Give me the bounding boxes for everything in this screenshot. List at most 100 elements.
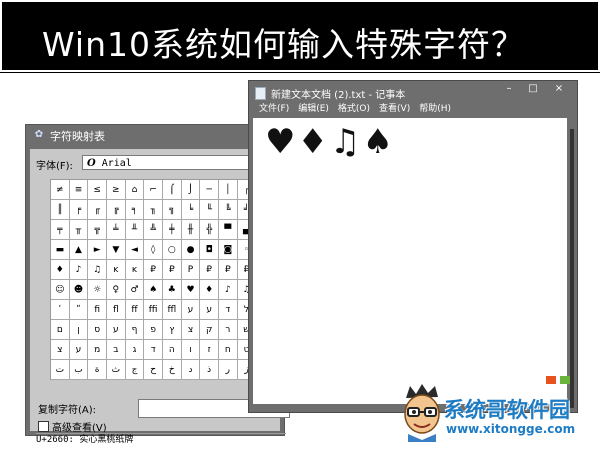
character-cell[interactable]: ♥ — [181, 280, 201, 300]
menu-format[interactable]: 格式(O) — [338, 102, 370, 116]
character-cell[interactable]: ث — [106, 360, 126, 380]
character-cell[interactable]: ╬ — [200, 220, 219, 240]
character-cell[interactable]: ג — [125, 340, 145, 360]
character-cell[interactable]: ◙ — [218, 240, 238, 260]
character-cell[interactable]: ס — [88, 320, 107, 340]
character-cell[interactable]: ♣ — [162, 280, 182, 300]
character-cell[interactable]: ╦ — [88, 220, 107, 240]
character-cell[interactable]: ▼ — [106, 240, 126, 260]
character-cell[interactable]: ☻ — [69, 280, 89, 300]
character-cell[interactable]: ب — [69, 360, 89, 380]
character-cell[interactable]: ₽ — [144, 260, 163, 280]
character-cell[interactable]: ﬁ — [88, 300, 107, 320]
character-cell[interactable]: ק — [200, 320, 219, 340]
character-cell[interactable]: ו — [181, 340, 201, 360]
character-cell[interactable]: ≠ — [51, 180, 70, 200]
character-cell[interactable]: ע — [181, 300, 201, 320]
character-cell[interactable]: ₽ — [218, 260, 238, 280]
character-cell[interactable]: ◄ — [125, 240, 145, 260]
character-cell[interactable]: خ — [162, 360, 182, 380]
character-cell[interactable]: ○ — [162, 240, 182, 260]
character-cell[interactable]: ≥ — [106, 180, 126, 200]
character-cell[interactable]: ﬃ — [144, 300, 163, 320]
character-cell[interactable]: ◊ — [144, 240, 163, 260]
menu-file[interactable]: 文件(F) — [259, 102, 289, 116]
character-cell[interactable]: ʺ — [69, 300, 89, 320]
character-cell[interactable]: ע — [200, 300, 219, 320]
character-cell[interactable]: ץ — [162, 320, 182, 340]
character-cell[interactable]: ĸ — [125, 260, 145, 280]
character-cell[interactable]: ─ — [200, 180, 219, 200]
character-cell[interactable]: ♠ — [144, 280, 163, 300]
character-cell[interactable]: ╚ — [218, 200, 238, 220]
character-cell[interactable]: ח — [218, 340, 238, 360]
character-cell[interactable]: ╥ — [69, 220, 89, 240]
character-cell[interactable]: ב — [106, 340, 126, 360]
character-cell[interactable]: Р — [181, 260, 201, 280]
close-button[interactable]: × — [547, 83, 571, 94]
character-cell[interactable]: ם — [51, 320, 70, 340]
character-cell[interactable]: ╤ — [51, 220, 70, 240]
character-grid[interactable]: ≠≡≤≥⌂⌐⌠⌡─│┌┐║╒╓╔╕╖╗╘╙╚╛╜╤╥╦╧╨╩╪╫╬▀▄█▬▲►▼… — [50, 179, 275, 380]
character-cell[interactable]: ╩ — [144, 220, 163, 240]
character-cell[interactable]: ╨ — [125, 220, 145, 240]
character-cell[interactable]: ☼ — [88, 280, 107, 300]
notepad-text-area[interactable]: ♥♦♫♠ — [253, 118, 567, 404]
character-cell[interactable]: ▲ — [69, 240, 89, 260]
character-cell[interactable]: ╫ — [181, 220, 201, 240]
character-cell[interactable]: ≤ — [88, 180, 107, 200]
character-cell[interactable]: ╙ — [200, 200, 219, 220]
character-cell[interactable]: ר — [218, 320, 238, 340]
character-cell[interactable]: ʹ — [51, 300, 70, 320]
character-cell[interactable]: ذ — [200, 360, 219, 380]
character-cell[interactable]: ╕ — [125, 200, 145, 220]
character-cell[interactable]: פ — [144, 320, 163, 340]
character-cell[interactable]: צ — [51, 340, 70, 360]
character-cell[interactable]: ♂ — [125, 280, 145, 300]
character-cell[interactable]: ₽ — [200, 260, 219, 280]
character-cell[interactable]: ﬄ — [162, 300, 182, 320]
character-cell[interactable]: د — [181, 360, 201, 380]
character-cell[interactable]: ╖ — [144, 200, 163, 220]
character-cell[interactable]: ▀ — [218, 220, 238, 240]
character-cell[interactable]: ♀ — [106, 280, 126, 300]
character-cell[interactable]: ﬂ — [106, 300, 126, 320]
character-cell[interactable]: ╒ — [69, 200, 89, 220]
character-cell[interactable]: ז — [200, 340, 219, 360]
character-cell[interactable]: ► — [88, 240, 107, 260]
maximize-button[interactable]: □ — [521, 83, 545, 94]
character-cell[interactable]: ף — [125, 320, 145, 340]
character-cell[interactable]: ♫ — [88, 260, 107, 280]
character-cell[interactable]: ה — [162, 340, 182, 360]
character-cell[interactable]: ج — [125, 360, 145, 380]
character-cell[interactable]: ╧ — [106, 220, 126, 240]
character-cell[interactable]: ║ — [51, 200, 70, 220]
menu-view[interactable]: 查看(V) — [379, 102, 410, 116]
character-cell[interactable]: מ — [88, 340, 107, 360]
character-cell[interactable]: ♦ — [200, 280, 219, 300]
character-cell[interactable]: ╪ — [162, 220, 182, 240]
character-cell[interactable]: ◘ — [200, 240, 219, 260]
character-cell[interactable]: ⌡ — [181, 180, 201, 200]
character-cell[interactable]: ⌠ — [162, 180, 182, 200]
character-cell[interactable]: ĸ — [106, 260, 126, 280]
menu-edit[interactable]: 编辑(E) — [298, 102, 329, 116]
charmap-titlebar[interactable]: ✿ 字符映射表 — [26, 125, 284, 147]
character-cell[interactable]: ● — [181, 240, 201, 260]
character-cell[interactable]: ד — [218, 300, 238, 320]
character-cell[interactable]: ד — [144, 340, 163, 360]
character-cell[interactable]: ╓ — [88, 200, 107, 220]
character-cell[interactable]: ♪ — [218, 280, 238, 300]
menu-help[interactable]: 帮助(H) — [419, 102, 451, 116]
checkbox-box[interactable] — [38, 421, 49, 432]
character-cell[interactable]: ▬ — [51, 240, 70, 260]
character-cell[interactable]: ע — [106, 320, 126, 340]
character-cell[interactable]: ₽ — [162, 260, 182, 280]
character-cell[interactable]: ♪ — [69, 260, 89, 280]
character-cell[interactable]: ♦ — [51, 260, 70, 280]
character-cell[interactable]: ح — [144, 360, 163, 380]
advanced-view-checkbox[interactable]: 高级查看(V) — [38, 419, 107, 434]
character-cell[interactable]: צ — [181, 320, 201, 340]
character-cell[interactable]: ן — [69, 320, 89, 340]
character-cell[interactable]: ⌂ — [125, 180, 145, 200]
